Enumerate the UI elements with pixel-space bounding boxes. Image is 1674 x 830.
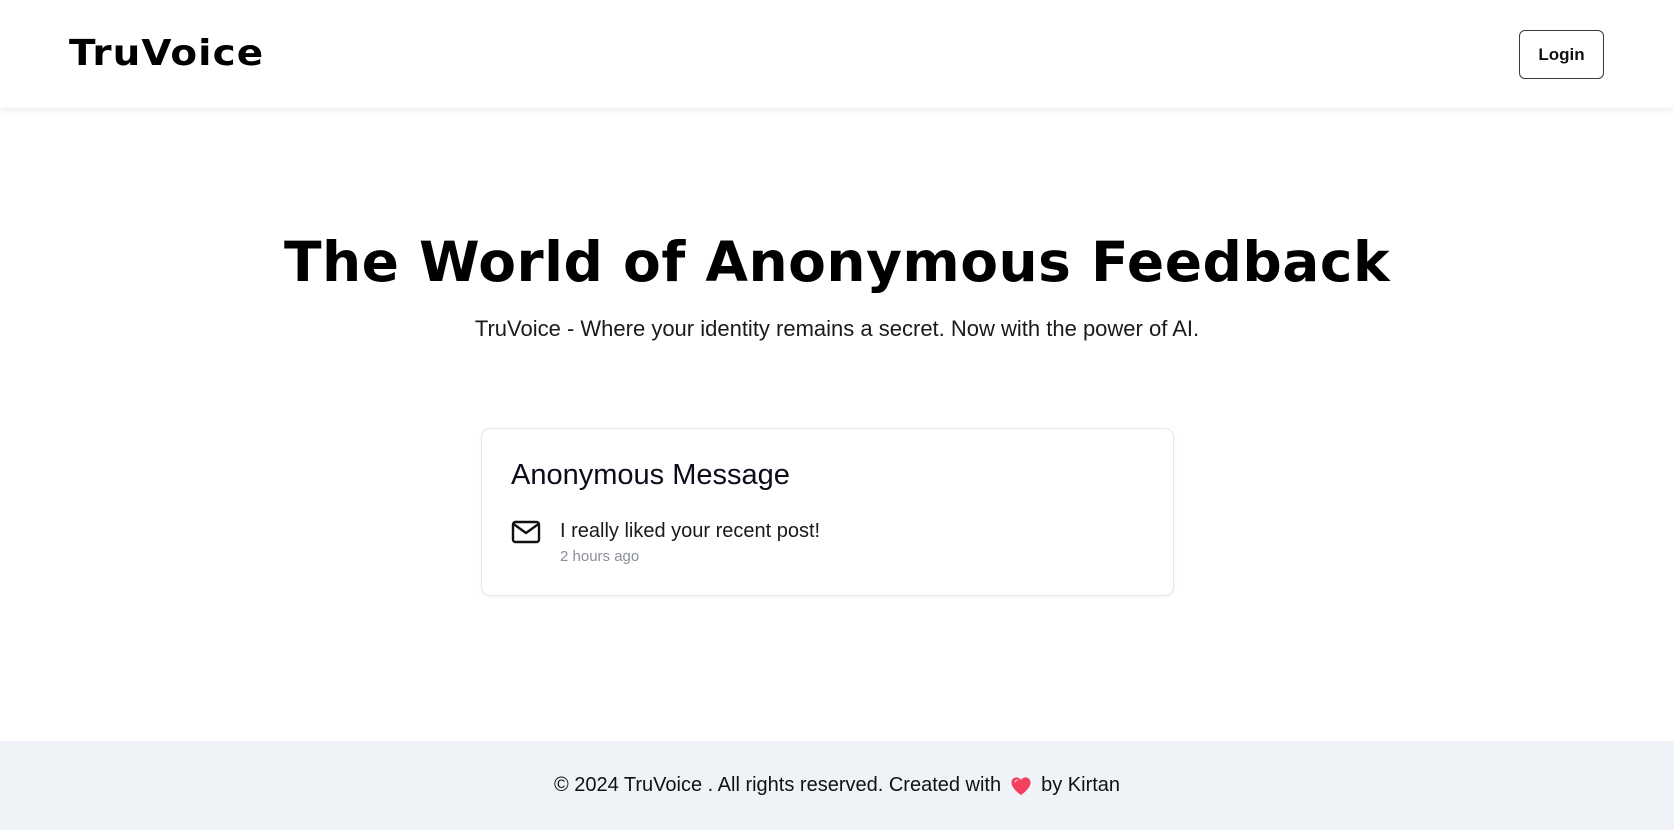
hero-title: The World of Anonymous Feedback xyxy=(283,230,1391,294)
page: TruVoice Login The World of Anonymous Fe… xyxy=(0,0,1674,830)
mail-icon xyxy=(511,520,541,544)
top-navbar: TruVoice Login xyxy=(0,0,1674,108)
logo[interactable]: TruVoice xyxy=(69,31,264,77)
message-timestamp: 2 hours ago xyxy=(560,548,640,565)
heart-icon xyxy=(1011,776,1031,795)
footer-copyright: © 2024 TruVoice . All rights reserved. C… xyxy=(553,774,1002,796)
hero-subtitle: TruVoice - Where your identity remains a… xyxy=(474,316,1200,341)
message-text: I really liked your recent post! xyxy=(560,520,821,542)
footer: © 2024 TruVoice . All rights reserved. C… xyxy=(0,741,1674,830)
login-button[interactable]: Login xyxy=(1519,30,1604,79)
message-card: Anonymous Message I really liked your re… xyxy=(481,428,1174,596)
footer-author: by Kirtan xyxy=(1041,774,1121,796)
card-title: Anonymous Message xyxy=(511,459,790,491)
